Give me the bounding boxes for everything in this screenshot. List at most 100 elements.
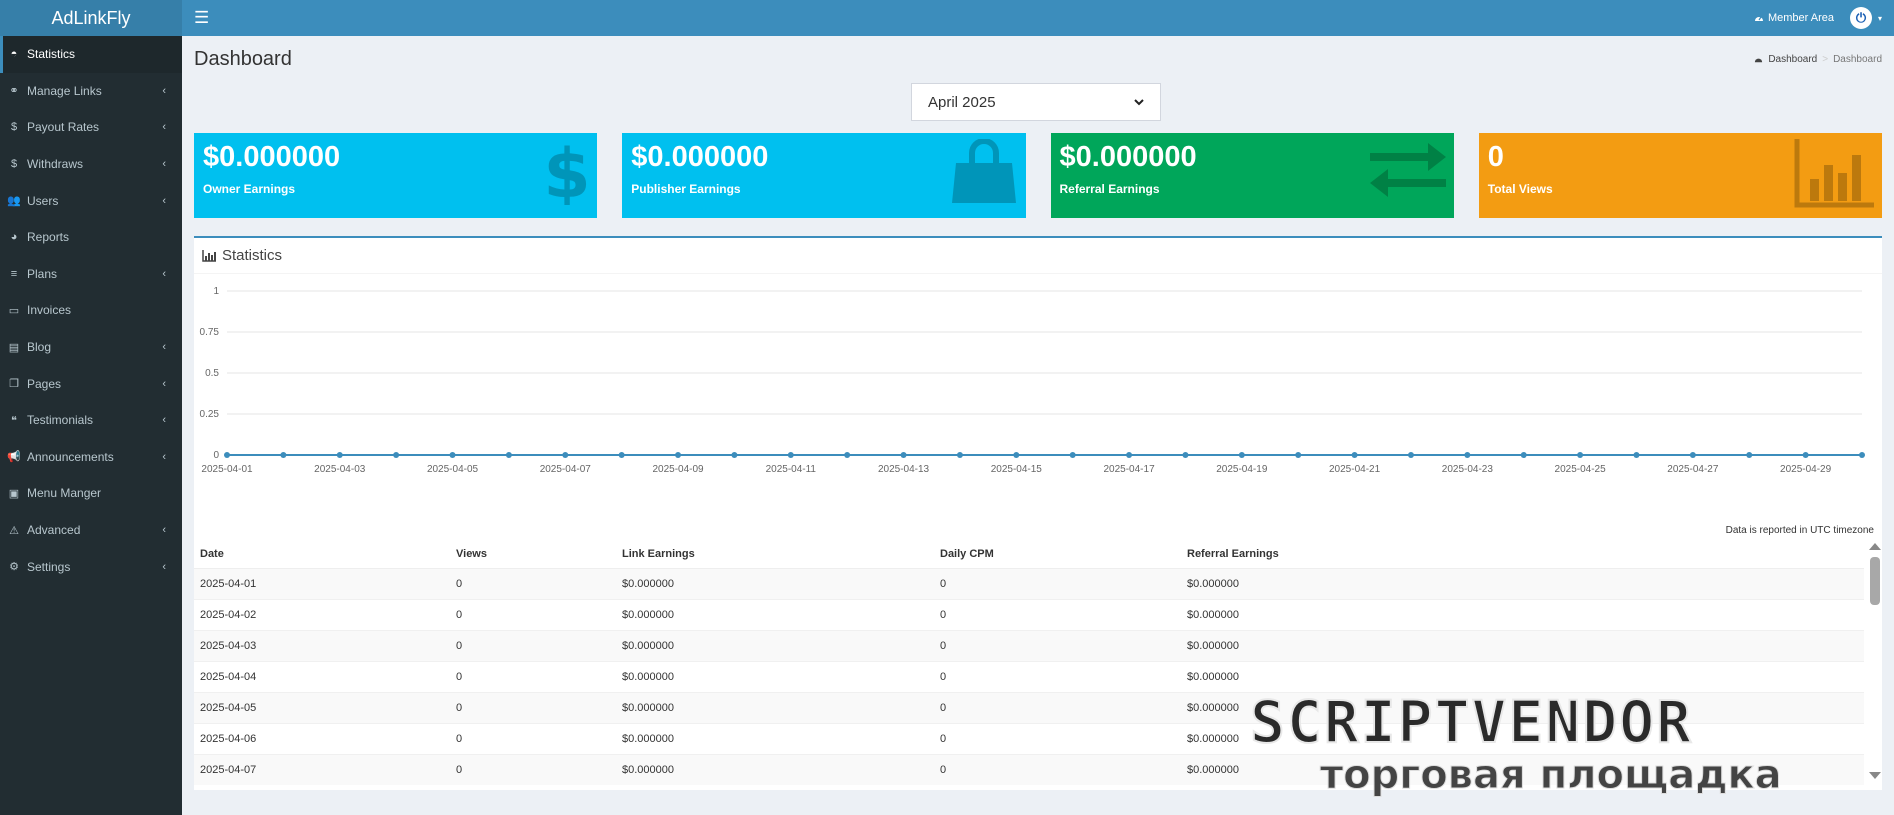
scroll-down-arrow-icon[interactable] — [1869, 772, 1881, 779]
sidebar-item-payout-rates[interactable]: $ Payout Rates ‹ — [0, 109, 182, 146]
info-box-publisher-earnings: $0.000000 Publisher Earnings — [622, 133, 1026, 218]
chevron-down-icon[interactable]: ▾ — [1878, 14, 1882, 23]
sidebar-item-statistics[interactable]: ◓ Statistics — [0, 36, 182, 73]
month-select[interactable]: April 2025 — [911, 83, 1161, 121]
sidebar-item-withdraws[interactable]: $ Withdraws ‹ — [0, 146, 182, 183]
cogs-icon: ⚙ — [9, 561, 19, 574]
table-cell: 0 — [934, 722, 1181, 754]
column-header[interactable]: Date — [194, 541, 450, 569]
statistics-chart: 0 0.25 0.5 0.75 1 2025-04-01 2025-04-03 2025-04… — [194, 275, 1882, 501]
shopping-bag-icon — [950, 138, 1018, 208]
x-tick-label: 2025-04-19 — [1216, 464, 1268, 475]
power-icon[interactable]: ⏻ — [1849, 7, 1872, 29]
chevron-down-icon — [1134, 98, 1144, 105]
sidebar-item-label: Menu Manger — [27, 486, 102, 501]
dashboard-icon — [1755, 58, 1763, 63]
data-point — [844, 452, 851, 458]
y-tick-label: 0 — [213, 450, 219, 461]
bar-chart-icon — [1794, 139, 1874, 212]
data-point — [1633, 452, 1640, 458]
sidebar-item-menu-manger[interactable]: ▣ Menu Manger — [0, 475, 182, 512]
x-tick-label: 2025-04-09 — [652, 464, 704, 475]
table-cell: 2025-04-03 — [194, 629, 450, 661]
sidebar-item-plans[interactable]: ≡ Plans ‹ — [0, 256, 182, 293]
member-area-label: Member Area — [1767, 12, 1834, 24]
dollar-icon: $ — [10, 121, 18, 134]
sidebar-item-manage-links[interactable]: ⚭ Manage Links ‹ — [0, 73, 182, 110]
table-cell: 2025-04-07 — [194, 753, 450, 785]
sidebar-item-label: Blog — [27, 340, 52, 355]
sidebar-item-label: Advanced — [27, 523, 81, 538]
x-tick-label: 2025-04-13 — [878, 464, 930, 475]
data-point — [1689, 452, 1696, 458]
info-box-value: $0.000000 — [203, 141, 341, 173]
table-cell: $0.000000 — [1181, 598, 1864, 630]
table-cell: 0 — [934, 629, 1181, 661]
data-point — [224, 452, 230, 458]
scroll-thumb[interactable] — [1870, 557, 1880, 605]
x-tick-label: 2025-04-27 — [1667, 464, 1719, 475]
data-point — [280, 452, 287, 458]
line-chart: 0 0.25 0.5 0.75 1 2025-04-01 2025-04-03 2025-04… — [200, 286, 1865, 475]
x-tick-label: 2025-04-11 — [766, 464, 817, 475]
chevron-left-icon: ‹ — [162, 341, 166, 354]
chevron-left-icon: ‹ — [162, 560, 166, 573]
y-tick-label: 0.25 — [200, 409, 220, 420]
table-row: 2025-04-06 0 $0.000000 0 $0.000000 — [194, 722, 1864, 754]
x-tick-label: 2025-04-21 — [1329, 464, 1381, 475]
app-logo[interactable]: AdLinkFly — [0, 0, 182, 36]
column-header[interactable]: Link Earnings — [616, 541, 934, 569]
chevron-left-icon: ‹ — [162, 84, 166, 97]
table-cell: 0 — [934, 660, 1181, 692]
warning-icon: ⚠ — [9, 524, 19, 537]
member-area-link[interactable]: Member Area — [1754, 12, 1834, 24]
sidebar-item-reports[interactable]: ◕ Reports — [0, 219, 182, 256]
sidebar-item-announcements[interactable]: 📢 Announcements ‹ — [0, 439, 182, 476]
table-cell: $0.000000 — [616, 753, 934, 785]
sidebar-item-settings[interactable]: ⚙ Settings ‹ — [0, 548, 182, 585]
table-cell: $0.000000 — [616, 722, 934, 754]
data-point — [336, 452, 343, 458]
table-row: 2025-04-02 0 $0.000000 0 $0.000000 — [194, 598, 1864, 630]
x-tick-label: 2025-04-07 — [540, 464, 592, 475]
chevron-left-icon: ‹ — [162, 194, 166, 207]
table-cell: 2025-04-06 — [194, 722, 450, 754]
column-header[interactable]: Views — [450, 541, 616, 569]
sidebar-item-invoices[interactable]: ▭ Invoices — [0, 292, 182, 329]
sidebar-item-label: Payout Rates — [27, 120, 100, 135]
data-point — [1407, 452, 1414, 458]
sidebar-item-advanced[interactable]: ⚠ Advanced ‹ — [0, 512, 182, 549]
svg-text:$: $ — [545, 139, 589, 205]
scroll-up-arrow-icon[interactable] — [1869, 543, 1881, 550]
sidebar-item-label: Settings — [27, 559, 71, 574]
sidebar-item-users[interactable]: 👥 Users ‹ — [0, 182, 182, 219]
breadcrumb-home[interactable]: Dashboard — [1768, 54, 1817, 65]
table-cell: 2025-04-01 — [194, 567, 450, 599]
column-header[interactable]: Referral Earnings — [1181, 541, 1864, 569]
data-point — [618, 452, 625, 458]
utc-note: Data is reported in UTC timezone — [1725, 525, 1874, 536]
sidebar-toggle-icon[interactable]: ☰ — [194, 8, 209, 28]
table-scrollbar[interactable] — [1868, 541, 1882, 781]
page-title: Dashboard — [194, 48, 292, 70]
table-cell: $0.000000 — [1181, 753, 1864, 785]
y-tick-label: 1 — [213, 286, 219, 297]
credit-card-icon: ▭ — [8, 304, 20, 317]
sidebar-item-blog[interactable]: ▤ Blog ‹ — [0, 329, 182, 366]
data-point — [562, 452, 569, 458]
dollar-icon: $ — [544, 135, 591, 214]
sidebar-item-pages[interactable]: ❐ Pages ‹ — [0, 365, 182, 402]
info-box-label: Owner Earnings — [203, 182, 296, 196]
table-row: 2025-04-01 0 $0.000000 0 $0.000000 — [194, 567, 1864, 599]
data-point — [1802, 452, 1809, 458]
column-header[interactable]: Daily CPM — [934, 541, 1181, 569]
table-cell: 0 — [450, 598, 616, 630]
table-row: 2025-04-03 0 $0.000000 0 $0.000000 — [194, 629, 1864, 661]
data-point — [1746, 452, 1753, 458]
data-point — [1126, 452, 1133, 458]
bullhorn-icon: 📢 — [7, 451, 21, 464]
sidebar: ◓ Statistics ⚭ Manage Links ‹ $ Payout Rates ‹ $… — [0, 36, 182, 815]
sidebar-item-testimonials[interactable]: ❝ Testimonials ‹ — [0, 402, 182, 439]
table-row: 2025-04-07 0 $0.000000 0 $0.000000 — [194, 753, 1864, 785]
table-cell: 2025-04-02 — [194, 598, 450, 630]
